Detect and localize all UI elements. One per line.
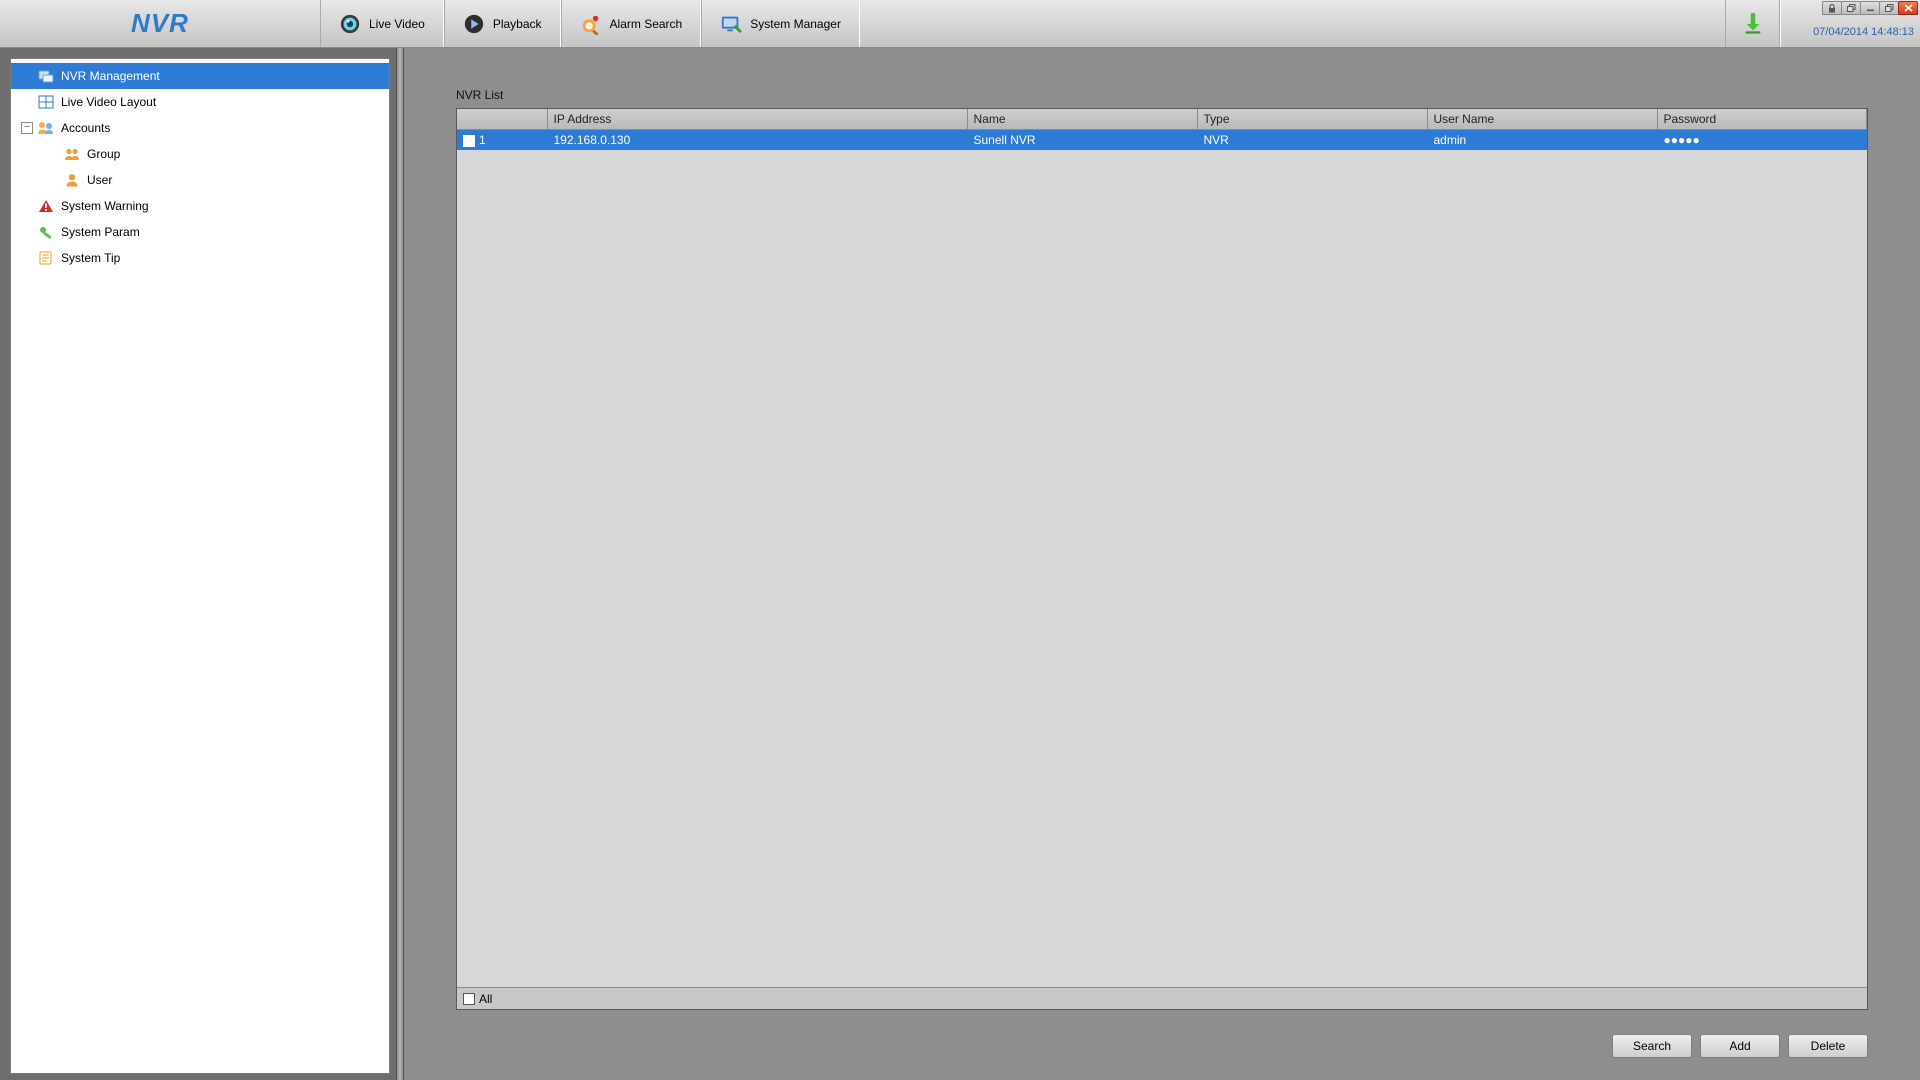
nav-live-video[interactable]: Live Video — [320, 0, 444, 47]
timestamp: 07/04/2014 14:48:13 — [1781, 16, 1920, 47]
alarm-search-icon — [580, 13, 602, 35]
tree-item-system-tip[interactable]: System Tip — [11, 245, 389, 271]
download-button[interactable] — [1725, 0, 1780, 47]
tree-item-system-param[interactable]: System Param — [11, 219, 389, 245]
col-header-name[interactable]: Name — [967, 109, 1197, 130]
cell-name: Sunell NVR — [967, 130, 1197, 150]
cell-password: ●●●●● — [1657, 130, 1867, 150]
lock-icon — [1828, 4, 1836, 13]
cell-ip: 192.168.0.130 — [547, 130, 967, 150]
nav-playback[interactable]: Playback — [444, 0, 561, 47]
layout-grid-icon — [37, 94, 55, 110]
tree-item-live-video-layout[interactable]: Live Video Layout — [11, 89, 389, 115]
button-row: Search Add Delete — [456, 1034, 1868, 1058]
table-body-scroll[interactable]: 1 192.168.0.130 Sunell NVR NVR admin ●●●… — [457, 130, 1867, 987]
tree-label: Live Video Layout — [61, 95, 156, 109]
col-header-type[interactable]: Type — [1197, 109, 1427, 130]
download-arrow-icon — [1742, 13, 1764, 35]
camera-eye-icon — [339, 13, 361, 35]
add-button[interactable]: Add — [1700, 1034, 1780, 1058]
select-all-label: All — [479, 992, 492, 1006]
nvr-table: IP Address Name Type User Name Password — [457, 109, 1867, 130]
row-checkbox-icon[interactable] — [463, 135, 475, 147]
nav-tree: NVR Management Live Video Layout − Accou… — [10, 58, 390, 1074]
app-window: NVR Live Video Playback Alarm Search — [0, 0, 1920, 1080]
nav-playback-label: Playback — [493, 17, 542, 31]
table-title: NVR List — [456, 88, 1868, 102]
splitter[interactable] — [396, 48, 404, 1080]
cell-checkbox[interactable]: 1 — [457, 130, 547, 150]
collapse-icon[interactable]: − — [21, 122, 33, 134]
tree-item-system-warning[interactable]: System Warning — [11, 193, 389, 219]
col-header-password[interactable]: Password — [1657, 109, 1867, 130]
tree-label: System Warning — [61, 199, 149, 213]
window-restore-left-button[interactable] — [1841, 1, 1861, 15]
window-lock-button[interactable] — [1822, 1, 1842, 15]
settings-wrench-icon — [37, 224, 55, 240]
system-manager-icon — [720, 13, 742, 35]
delete-button[interactable]: Delete — [1788, 1034, 1868, 1058]
col-header-user[interactable]: User Name — [1427, 109, 1657, 130]
table-header-row: IP Address Name Type User Name Password — [457, 109, 1867, 130]
sidebar: NVR Management Live Video Layout − Accou… — [0, 48, 396, 1080]
table-row[interactable]: 1 192.168.0.130 Sunell NVR NVR admin ●●●… — [457, 130, 1867, 150]
search-button[interactable]: Search — [1612, 1034, 1692, 1058]
restore-icon — [1885, 4, 1894, 12]
cell-type: NVR — [1197, 130, 1427, 150]
topbar-right: 07/04/2014 14:48:13 — [1725, 0, 1920, 47]
nvr-table-wrap: IP Address Name Type User Name Password — [456, 108, 1868, 1010]
tree-item-nvr-management[interactable]: NVR Management — [11, 63, 389, 89]
warning-triangle-icon — [37, 198, 55, 214]
tree-label: Accounts — [61, 121, 110, 135]
nav-live-video-label: Live Video — [369, 17, 425, 31]
window-close-button[interactable] — [1898, 1, 1918, 15]
main-nav: Live Video Playback Alarm Search System … — [320, 0, 860, 47]
cell-index: 1 — [479, 133, 486, 147]
tree-item-group[interactable]: Group — [11, 141, 389, 167]
window-minimize-button[interactable] — [1860, 1, 1880, 15]
tree-label: User — [87, 173, 112, 187]
minimize-icon — [1866, 4, 1875, 12]
note-file-icon — [37, 250, 55, 266]
window-controls-area: 07/04/2014 14:48:13 — [1780, 0, 1920, 47]
nav-alarm-search-label: Alarm Search — [610, 17, 683, 31]
tree-label: System Param — [61, 225, 140, 239]
select-all-row[interactable]: All — [457, 987, 1867, 1009]
tree-label: Group — [87, 147, 120, 161]
nav-system-manager-label: System Manager — [750, 17, 841, 31]
logo-area: NVR — [0, 0, 320, 47]
tree-label: System Tip — [61, 251, 120, 265]
tree-label: NVR Management — [61, 69, 160, 83]
select-all-checkbox-icon[interactable] — [463, 993, 475, 1005]
nav-alarm-search[interactable]: Alarm Search — [561, 0, 702, 47]
col-header-ip[interactable]: IP Address — [547, 109, 967, 130]
close-x-icon — [1904, 4, 1913, 12]
playback-icon — [463, 13, 485, 35]
tree-item-user[interactable]: User — [11, 167, 389, 193]
topbar: NVR Live Video Playback Alarm Search — [0, 0, 1920, 48]
user-icon — [63, 172, 81, 188]
cell-user: admin — [1427, 130, 1657, 150]
restore-icon — [1847, 4, 1856, 12]
accounts-users-icon — [37, 120, 55, 136]
brand-logo: NVR — [131, 8, 189, 39]
col-header-checkbox[interactable] — [457, 109, 547, 130]
nav-system-manager[interactable]: System Manager — [701, 0, 860, 47]
tree-item-accounts[interactable]: − Accounts — [11, 115, 389, 141]
main-content: NVR List IP Address Name Type User Name — [404, 48, 1920, 1080]
group-icon — [63, 146, 81, 162]
nvr-management-icon — [37, 68, 55, 84]
body: NVR Management Live Video Layout − Accou… — [0, 48, 1920, 1080]
window-restore-right-button[interactable] — [1879, 1, 1899, 15]
